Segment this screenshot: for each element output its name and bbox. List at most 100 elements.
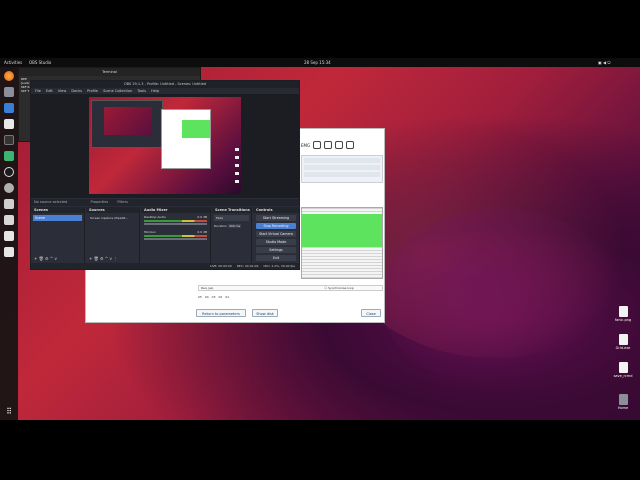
scenes-toolbar: + 🗑 ⚙ ^ v	[34, 256, 57, 261]
system-tray-icons[interactable]: ▣ ◀ ⏻	[598, 60, 611, 65]
file-icon	[618, 362, 628, 373]
volume-meter	[144, 235, 207, 237]
param-row: Req (µs) ☐ Synchronise loop	[198, 285, 383, 291]
desktop: Activities OBS Studio 28 Sep 15:34 ▣ ◀ ⏻…	[0, 58, 640, 420]
sources-toolbar: + 🗑 ⚙ ^ v ⋮	[89, 256, 118, 261]
wallpaper-swirl	[380, 208, 620, 388]
obs-title: OBS 29.1.3 - Profile: Untitled - Scenes:…	[31, 81, 299, 88]
source-toolbar: No source selected Properties Filters	[31, 199, 299, 206]
sources-header: Sources	[86, 207, 139, 213]
source-item[interactable]: Screen Capture (PipeWi...	[88, 215, 137, 221]
app-menu[interactable]: OBS Studio	[29, 60, 51, 65]
show-disk-button[interactable]: Show disk	[252, 309, 278, 317]
file-icon	[618, 306, 628, 317]
volume-slider[interactable]	[144, 223, 207, 225]
volume-slider[interactable]	[144, 238, 207, 240]
desktop-file[interactable]: Grid.exe	[612, 334, 634, 350]
stop-recording-button[interactable]: Stop Recording	[256, 223, 296, 229]
scene-item[interactable]: Scene	[33, 215, 82, 221]
value-cell: 03	[211, 295, 216, 299]
controls-header: Controls	[253, 207, 299, 213]
app-icon[interactable]	[4, 119, 14, 129]
app-icon[interactable]	[4, 215, 14, 225]
menu-profile[interactable]: Profile	[87, 89, 98, 93]
sources-panel: Sources Screen Capture (PipeWi... + 🗑 ⚙ …	[86, 207, 140, 263]
grid-highlight	[302, 214, 382, 247]
toolbar-icon[interactable]	[335, 141, 344, 149]
menu-file[interactable]: File	[35, 89, 41, 93]
menu-tools[interactable]: Tools	[137, 89, 146, 93]
return-to-parameters-button[interactable]: Return to parameters	[196, 309, 246, 317]
track-db: 0.0 dB	[197, 230, 207, 234]
firefox-icon[interactable]	[4, 71, 14, 81]
menu-view[interactable]: View	[58, 89, 66, 93]
toolbar-icon[interactable]	[313, 141, 322, 149]
obs-preview[interactable]	[31, 94, 299, 198]
top-bar: Activities OBS Studio 28 Sep 15:34 ▣ ◀ ⏻	[0, 58, 640, 67]
scenes-panel: Scenes Scene + 🗑 ⚙ ^ v	[31, 207, 85, 263]
grid-area	[301, 207, 383, 279]
terminal-title: Terminal	[19, 68, 200, 76]
app-icon[interactable]	[4, 247, 14, 257]
transition-select[interactable]: Fade	[214, 215, 249, 221]
volume-meter	[144, 220, 207, 222]
status-panel	[301, 155, 383, 183]
settings-button[interactable]: Settings	[256, 247, 296, 253]
menu-edit[interactable]: Edit	[46, 89, 53, 93]
menu-help[interactable]: Help	[151, 89, 159, 93]
value-cell: 01	[225, 295, 230, 299]
obs-window[interactable]: OBS 29.1.3 - Profile: Untitled - Scenes:…	[30, 80, 300, 270]
value-row: 05 04 03 02 01	[198, 295, 229, 303]
dialog-toolbar: EMG	[301, 139, 381, 151]
live-status: LIVE: 00:00:00	[209, 264, 232, 268]
desktop-home[interactable]: Home	[612, 394, 634, 410]
properties-button[interactable]: Properties	[91, 200, 109, 204]
clock[interactable]: 28 Sep 15:34	[304, 60, 331, 65]
status-line	[304, 165, 380, 170]
scene-transitions-panel: Scene Transitions Fade Duration 300 ms	[212, 207, 252, 263]
start-streaming-button[interactable]: Start Streaming	[256, 215, 296, 221]
desktop-file[interactable]: fanic.png	[612, 306, 634, 322]
status-line	[304, 172, 380, 177]
app-icon[interactable]	[4, 183, 14, 193]
terminal-icon[interactable]	[4, 135, 14, 145]
duration-input[interactable]: 300 ms	[228, 224, 242, 228]
exit-button[interactable]: Exit	[256, 255, 296, 261]
menu-scene-collection[interactable]: Scene Collection	[103, 89, 132, 93]
home-folder-icon	[618, 394, 628, 405]
dock: ⠿	[0, 67, 18, 420]
file-icon	[618, 334, 628, 345]
close-button[interactable]: Close	[361, 309, 381, 317]
obs-statusbar: LIVE: 00:00:00 REC: 00:01:06 CPU: 2.2%, …	[31, 263, 299, 269]
document-icon[interactable]	[4, 103, 14, 113]
track-name: Mic/Aux	[144, 230, 156, 234]
track-db: 0.0 dB	[197, 215, 207, 219]
app-grid-icon[interactable]: ⠿	[4, 407, 14, 417]
audio-mixer-panel: Audio Mixer Desktop Audio 0.0 dB Mic/Aux…	[141, 207, 211, 263]
sync-checkbox[interactable]: ☐ Synchronise loop	[324, 286, 353, 290]
nested-dialog	[161, 109, 211, 169]
activities-button[interactable]: Activities	[4, 60, 22, 65]
toolbar-icon[interactable]	[346, 141, 355, 149]
nested-window	[91, 100, 163, 148]
desktop-file[interactable]: save_rcmd	[612, 362, 634, 378]
transitions-header: Scene Transitions	[212, 207, 251, 213]
toolbar-icon[interactable]	[324, 141, 333, 149]
toolbar-label: EMG	[301, 142, 311, 148]
obs-icon[interactable]	[4, 167, 14, 177]
app-icon[interactable]	[4, 199, 14, 209]
status-line	[304, 158, 380, 163]
track-name: Desktop Audio	[144, 215, 166, 219]
rec-status: REC: 00:01:06	[236, 264, 259, 268]
filters-button[interactable]: Filters	[117, 200, 128, 204]
value-cell: 02	[218, 295, 223, 299]
start-virtual-camera-button[interactable]: Start Virtual Camera	[256, 231, 296, 237]
nested-desktop-icons	[235, 147, 239, 183]
app-icon[interactable]	[4, 231, 14, 241]
scenes-header: Scenes	[31, 207, 84, 213]
studio-mode-button[interactable]: Studio Mode	[256, 239, 296, 245]
files-icon[interactable]	[4, 87, 14, 97]
menu-docks[interactable]: Docks	[71, 89, 82, 93]
app-icon[interactable]	[4, 151, 14, 161]
controls-panel: Controls Start Streaming Stop Recording …	[253, 207, 299, 263]
